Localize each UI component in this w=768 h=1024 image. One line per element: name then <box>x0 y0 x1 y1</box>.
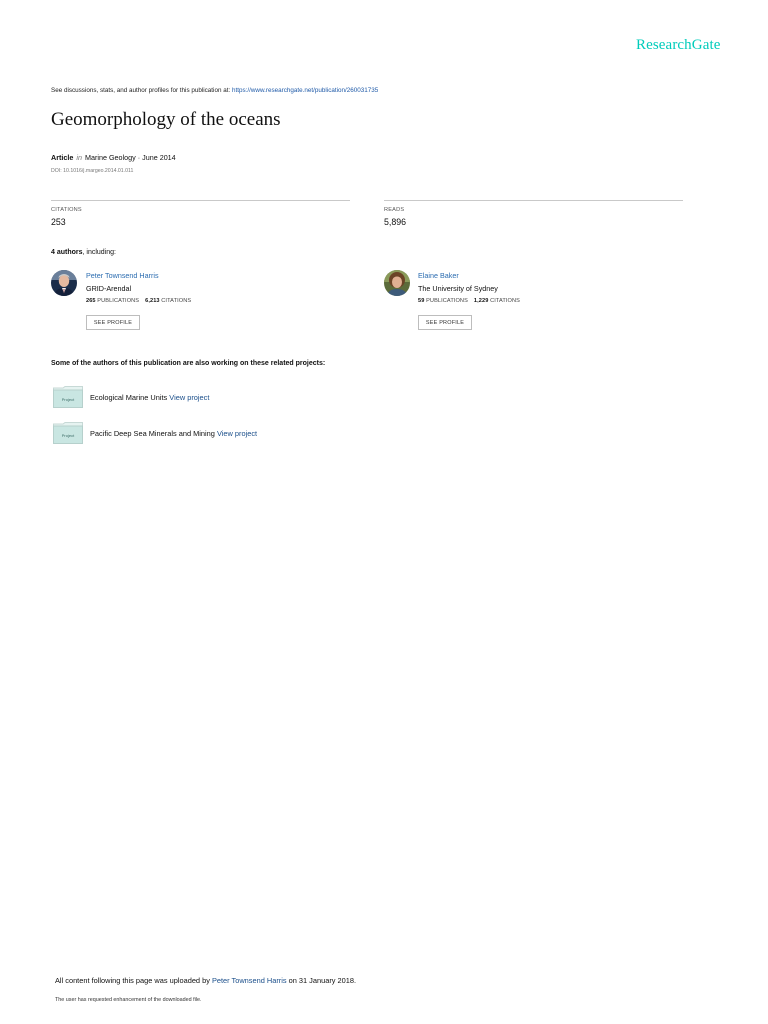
author-citations-count: 6,213 <box>145 298 160 304</box>
author-name-link[interactable]: Peter Townsend Harris <box>86 271 159 280</box>
project-folder-icon[interactable]: Project <box>53 386 83 408</box>
author-institution: The University of Sydney <box>418 284 498 293</box>
citations-divider <box>51 200 350 201</box>
reads-divider <box>384 200 683 201</box>
reads-count: 5,896 <box>384 217 407 227</box>
authors-header: 4 authors, including: <box>51 249 116 256</box>
author-photo-icon <box>51 270 77 296</box>
folder-icon: Project <box>53 386 83 408</box>
citations-count: 253 <box>51 217 66 227</box>
project-item: Pacific Deep Sea Minerals and Mining Vie… <box>90 429 257 438</box>
in-label: in <box>76 153 82 162</box>
authors-suffix: , including: <box>82 249 116 256</box>
project-name: Ecological Marine Units <box>90 393 168 402</box>
uploader-link[interactable]: Peter Townsend Harris <box>212 976 287 985</box>
reads-label: READS <box>384 207 405 213</box>
authors-count: 4 authors <box>51 249 83 256</box>
folder-icon: Project <box>53 422 83 444</box>
page-title: Geomorphology of the oceans <box>51 109 281 130</box>
author-stats: 59 PUBLICATIONS 1,229 CITATIONS <box>418 298 520 304</box>
author-publications-count: 265 <box>86 298 96 304</box>
disclaimer-text: See discussions, stats, and author profi… <box>51 87 232 94</box>
publication-doi: DOI: 10.1016/j.margeo.2014.01.011 <box>51 168 134 174</box>
folder-label: Project <box>62 397 75 402</box>
researchgate-logo[interactable]: ResearchGate <box>636 37 720 54</box>
publication-type: Article <box>51 153 74 162</box>
view-project-link[interactable]: View project <box>217 429 257 438</box>
view-project-link[interactable]: View project <box>169 393 209 402</box>
enhancement-note: The user has requested enhancement of th… <box>55 997 202 1003</box>
project-name: Pacific Deep Sea Minerals and Mining <box>90 429 215 438</box>
projects-header: Some of the authors of this publication … <box>51 360 326 367</box>
see-profile-button[interactable]: SEE PROFILE <box>86 315 140 330</box>
author-citations-label: CITATIONS <box>490 298 520 304</box>
see-profile-button[interactable]: SEE PROFILE <box>418 315 472 330</box>
upload-notice: All content following this page was uplo… <box>55 976 356 985</box>
avatar[interactable] <box>384 270 410 296</box>
author-publications-label: PUBLICATIONS <box>97 298 140 304</box>
publication-url-link[interactable]: https://www.researchgate.net/publication… <box>232 87 378 94</box>
author-stats: 265 PUBLICATIONS 6,213 CITATIONS <box>86 298 191 304</box>
author-publications-label: PUBLICATIONS <box>426 298 468 304</box>
author-photo-icon <box>384 270 410 296</box>
publication-venue: Marine Geology · June 2014 <box>84 153 176 162</box>
author-citations-count: 1,229 <box>473 298 489 304</box>
avatar[interactable] <box>51 270 77 296</box>
upload-suffix: on 31 January 2018. <box>286 976 357 985</box>
citations-label: CITATIONS <box>51 207 82 213</box>
author-institution: GRID-Arendal <box>86 284 132 293</box>
project-item: Ecological Marine Units View project <box>90 393 209 402</box>
author-name-link[interactable]: Elaine Baker <box>418 271 459 280</box>
publication-meta: Article in Marine Geology · June 2014 <box>51 153 176 162</box>
folder-label: Project <box>62 433 75 438</box>
author-publications-count: 59 <box>418 298 425 304</box>
project-folder-icon[interactable]: Project <box>53 422 83 444</box>
publication-disclaimer: See discussions, stats, and author profi… <box>51 87 378 94</box>
upload-prefix: All content following this page was uplo… <box>55 976 212 985</box>
author-citations-label: CITATIONS <box>161 298 192 304</box>
